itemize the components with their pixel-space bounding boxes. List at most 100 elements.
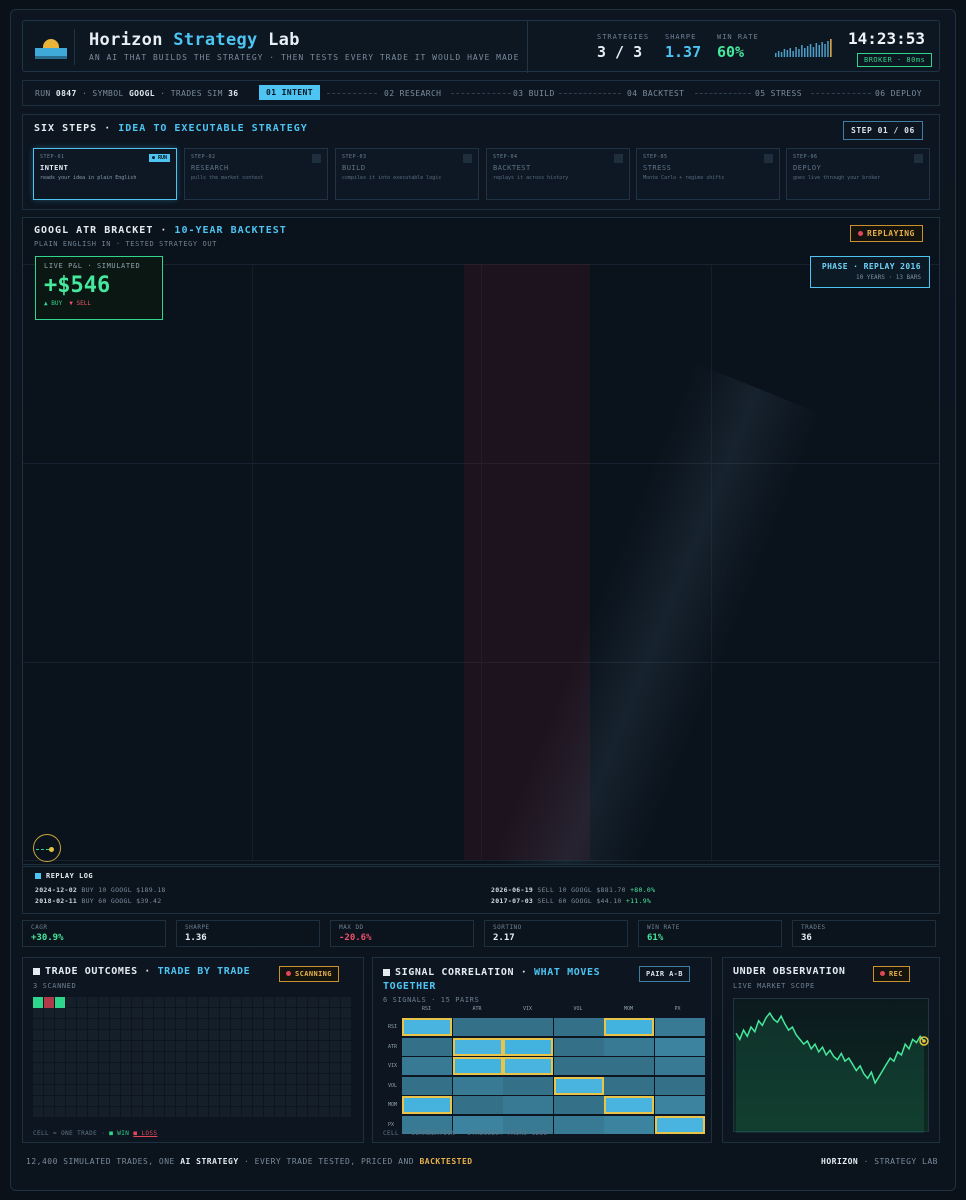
trade-cell[interactable] [220, 1085, 230, 1095]
trade-cell[interactable] [110, 1074, 120, 1084]
trade-cell[interactable] [275, 1019, 285, 1029]
trade-cell[interactable] [77, 1008, 87, 1018]
trade-cell[interactable] [297, 1063, 307, 1073]
trade-cell[interactable] [165, 1030, 175, 1040]
trade-cell[interactable] [132, 1107, 142, 1117]
heatmap-cell[interactable] [452, 1076, 503, 1095]
heatmap-cell[interactable] [654, 1057, 705, 1075]
heatmap-cell[interactable] [654, 1018, 705, 1036]
trade-cell[interactable] [297, 1074, 307, 1084]
trade-cell[interactable] [110, 1030, 120, 1040]
trade-cell[interactable] [143, 1041, 153, 1051]
trade-cell[interactable] [88, 997, 98, 1007]
trade-cell[interactable] [275, 1085, 285, 1095]
heatmap-cell[interactable] [503, 1018, 553, 1036]
trade-cell[interactable] [297, 1107, 307, 1117]
trade-cell[interactable] [231, 1030, 241, 1040]
pair-ab-button[interactable]: PAIR A-B [639, 966, 690, 982]
trade-cell[interactable] [187, 1008, 197, 1018]
trade-cell[interactable] [242, 1063, 252, 1073]
trade-cell[interactable] [231, 1041, 241, 1051]
trade-cell[interactable] [286, 1074, 296, 1084]
broker-badge[interactable]: BROKER · 80ms [857, 53, 933, 67]
trade-cell[interactable] [33, 1052, 43, 1062]
trade-cell[interactable] [33, 1096, 43, 1106]
heatmap-cell[interactable] [452, 1057, 503, 1075]
trade-cell[interactable] [198, 1074, 208, 1084]
trade-cell[interactable] [297, 1052, 307, 1062]
trade-cell[interactable] [44, 1096, 54, 1106]
trade-cell[interactable] [143, 1085, 153, 1095]
trade-cell[interactable] [55, 1096, 65, 1106]
trade-cell[interactable] [209, 1052, 219, 1062]
trade-cell[interactable] [286, 1063, 296, 1073]
trade-cell[interactable] [209, 1019, 219, 1029]
trade-cell[interactable] [198, 1063, 208, 1073]
trade-cell[interactable] [330, 1063, 340, 1073]
trade-cell[interactable] [231, 1008, 241, 1018]
trade-cell[interactable] [99, 1019, 109, 1029]
trade-cell[interactable] [121, 1096, 131, 1106]
trade-cell[interactable] [209, 1063, 219, 1073]
trade-cell[interactable] [209, 1008, 219, 1018]
trade-cell[interactable] [88, 1074, 98, 1084]
trade-cell[interactable] [275, 1052, 285, 1062]
trade-cell[interactable] [132, 997, 142, 1007]
trade-cell[interactable] [143, 1052, 153, 1062]
trade-cell[interactable] [165, 1019, 175, 1029]
step-card-intent[interactable]: STEP-01 INTENT reads your idea in plain … [33, 148, 177, 200]
trade-cell[interactable] [110, 997, 120, 1007]
trade-cell[interactable] [242, 1096, 252, 1106]
trade-cell[interactable] [99, 1096, 109, 1106]
trade-cell[interactable] [110, 1019, 120, 1029]
trade-cell[interactable] [275, 1074, 285, 1084]
trade-cell[interactable] [231, 1107, 241, 1117]
pipeline-step-stress[interactable]: 05 STRESS [755, 89, 802, 98]
trade-cell[interactable] [77, 1107, 87, 1117]
heatmap-cell[interactable] [452, 1096, 503, 1114]
trade-cell[interactable] [44, 1107, 54, 1117]
trade-cell[interactable] [44, 1019, 54, 1029]
trade-cell[interactable] [187, 1085, 197, 1095]
trade-cell[interactable] [121, 1052, 131, 1062]
heatmap-cell[interactable] [553, 1018, 604, 1036]
trade-cell[interactable] [132, 1063, 142, 1073]
trade-cell[interactable] [264, 1107, 274, 1117]
trade-cell[interactable] [121, 1085, 131, 1095]
trade-cell[interactable] [187, 1074, 197, 1084]
trade-cell[interactable] [165, 1008, 175, 1018]
heatmap-cell[interactable] [402, 1057, 452, 1075]
pipeline-step-research[interactable]: 02 RESEARCH [384, 89, 441, 98]
trade-cell[interactable] [319, 1052, 329, 1062]
heatmap-cell[interactable] [503, 1057, 553, 1075]
trade-cell[interactable] [44, 1074, 54, 1084]
trade-cell[interactable] [308, 1008, 318, 1018]
trade-cell[interactable] [209, 1107, 219, 1117]
trade-cell[interactable] [242, 997, 252, 1007]
replaying-status[interactable]: REPLAYING [850, 225, 923, 242]
trade-cell[interactable] [77, 1052, 87, 1062]
trade-cell[interactable] [33, 1063, 43, 1073]
trade-cell[interactable] [66, 1085, 76, 1095]
trade-cell[interactable] [33, 1107, 43, 1117]
trade-cell[interactable] [33, 1074, 43, 1084]
trade-cell[interactable] [242, 1041, 252, 1051]
trade-cell[interactable] [330, 1074, 340, 1084]
trade-cell[interactable] [242, 1085, 252, 1095]
trade-cell[interactable] [319, 1085, 329, 1095]
trade-cell[interactable] [176, 1074, 186, 1084]
trade-cell[interactable] [253, 1096, 263, 1106]
pipeline-step-backtest[interactable]: 04 BACKTEST [627, 89, 684, 98]
trade-cell[interactable] [99, 1052, 109, 1062]
trade-cell[interactable] [154, 1096, 164, 1106]
trade-cell[interactable] [55, 1019, 65, 1029]
trade-cell[interactable] [220, 1107, 230, 1117]
trade-cell[interactable] [88, 1107, 98, 1117]
trade-cell[interactable] [121, 1019, 131, 1029]
pipeline-step-intent[interactable]: 01 INTENT [259, 85, 320, 100]
trade-cell[interactable] [198, 1085, 208, 1095]
trade-cell[interactable] [242, 1107, 252, 1117]
trade-cell[interactable] [308, 1052, 318, 1062]
heatmap-cell[interactable] [402, 1018, 452, 1036]
trade-cell[interactable] [110, 1063, 120, 1073]
